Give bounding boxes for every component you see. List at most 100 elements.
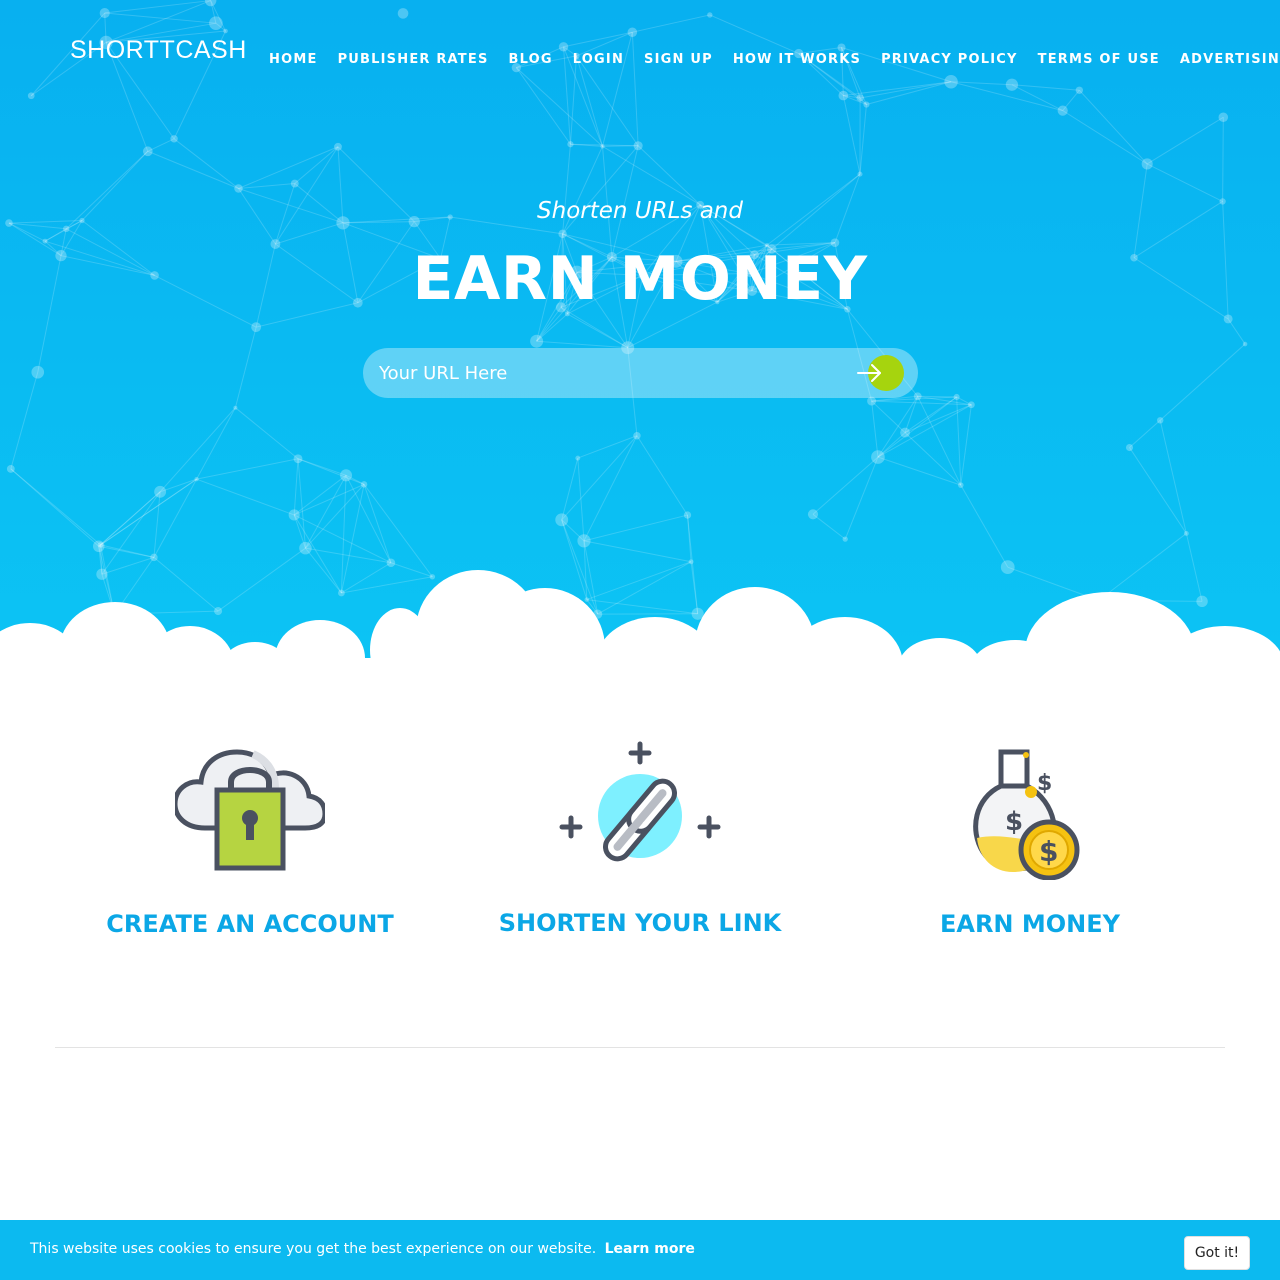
network-line [577, 435, 638, 459]
network-node [334, 142, 342, 151]
hero-tagline: Shorten URLs and [537, 198, 743, 224]
network-node [913, 392, 922, 401]
network-line [238, 183, 295, 189]
hero-headline: EARN MONEY [412, 244, 868, 314]
network-line [1129, 447, 1187, 534]
nav-terms-of-use[interactable]: TERMS OF USE [1028, 52, 1170, 68]
network-node [530, 334, 544, 348]
feature-label: SHORTEN YOUR LINK [498, 909, 782, 937]
shorten-url-form [363, 348, 918, 398]
network-node [31, 365, 45, 379]
cookie-accept-button[interactable]: Got it! [1184, 1236, 1250, 1270]
network-node [290, 179, 299, 188]
network-node [1005, 78, 1019, 91]
network-node [234, 184, 243, 193]
network-node [863, 101, 870, 108]
network-node [154, 485, 167, 498]
network-node [944, 74, 958, 89]
network-node [856, 94, 864, 102]
arrow-right-icon [857, 364, 881, 382]
shorten-submit-button[interactable] [857, 355, 904, 391]
network-node [953, 393, 960, 401]
network-line [602, 145, 639, 147]
network-node [288, 509, 300, 521]
network-line [275, 222, 344, 245]
network-line [98, 478, 197, 547]
network-line [10, 468, 100, 547]
nav-how-it-works[interactable]: HOW IT WORKS [723, 52, 871, 68]
network-line [904, 432, 962, 486]
url-input[interactable] [363, 348, 853, 398]
network-node [209, 16, 223, 30]
network-line [98, 491, 161, 547]
network-node [1223, 314, 1233, 324]
network-node [99, 7, 110, 19]
network-line [632, 14, 710, 33]
nav-blog[interactable]: BLOG [499, 52, 563, 68]
network-node [600, 144, 605, 149]
feature-earn-money: $ $ $ EARN MONEY [835, 740, 1225, 938]
network-line [636, 435, 688, 516]
network-node [1218, 112, 1229, 123]
network-node [63, 225, 70, 233]
network-node [6, 464, 15, 473]
network-node [837, 43, 846, 52]
network-node [707, 12, 713, 18]
network-line [235, 407, 299, 460]
network-line [631, 32, 639, 146]
network-line [602, 145, 701, 206]
network-node [558, 42, 569, 52]
network-node [633, 141, 643, 151]
network-line [960, 484, 1009, 568]
network-node [558, 229, 567, 239]
network-node [871, 450, 885, 464]
network-node [567, 141, 574, 148]
feature-shorten-link: SHORTEN YOUR LINK [445, 740, 835, 937]
nav-sign-up[interactable]: SIGN UP [634, 52, 723, 68]
network-node [1242, 341, 1248, 347]
network-line [844, 456, 879, 540]
network-line [917, 396, 962, 486]
cloud-lock-icon [175, 749, 325, 871]
network-line [812, 513, 846, 540]
feature-label: EARN MONEY [939, 910, 1121, 938]
network-line [1159, 343, 1246, 421]
network-line [583, 435, 638, 542]
network-node [397, 8, 409, 19]
network-node [251, 322, 262, 333]
nav-login[interactable]: LOGIN [563, 52, 634, 68]
network-line [293, 458, 299, 515]
nav-advertising-rates[interactable]: ADVERTISING RATES [1170, 52, 1280, 68]
network-node [170, 135, 178, 143]
network-line [583, 540, 692, 563]
nav-home[interactable]: HOME [259, 52, 328, 68]
network-line [294, 146, 339, 184]
learn-more-link[interactable]: Learn more [605, 1241, 695, 1257]
main-nav: HOME PUBLISHER RATES BLOG LOGIN SIGN UP … [259, 52, 1280, 68]
network-line [812, 456, 879, 515]
network-line [98, 545, 155, 558]
network-line [576, 55, 639, 147]
network-line [917, 395, 957, 398]
network-line [515, 67, 571, 145]
nav-publisher-rates[interactable]: PUBLISHER RATES [328, 52, 499, 68]
nav-privacy-policy[interactable]: PRIVACY POLICY [871, 52, 1028, 68]
network-node [683, 511, 692, 519]
network-line [904, 396, 919, 433]
network-node [857, 171, 863, 177]
network-node [27, 92, 35, 100]
network-node [1183, 531, 1189, 536]
network-line [569, 55, 577, 145]
site-logo[interactable]: SHORTTCASH [70, 36, 247, 65]
network-node [42, 238, 48, 244]
network-line [10, 372, 39, 470]
network-line [960, 404, 972, 486]
hero-section: SHORTTCASH HOME PUBLISHER RATES BLOG LOG… [0, 0, 1280, 680]
network-line [196, 407, 236, 480]
network-node [633, 431, 641, 440]
cookie-message-wrapper: This website uses cookies to ensure you … [30, 1241, 695, 1257]
network-line [1159, 420, 1187, 534]
network-node [838, 90, 849, 101]
network-node [142, 146, 153, 157]
feature-label: CREATE AN ACCOUNT [106, 910, 394, 938]
